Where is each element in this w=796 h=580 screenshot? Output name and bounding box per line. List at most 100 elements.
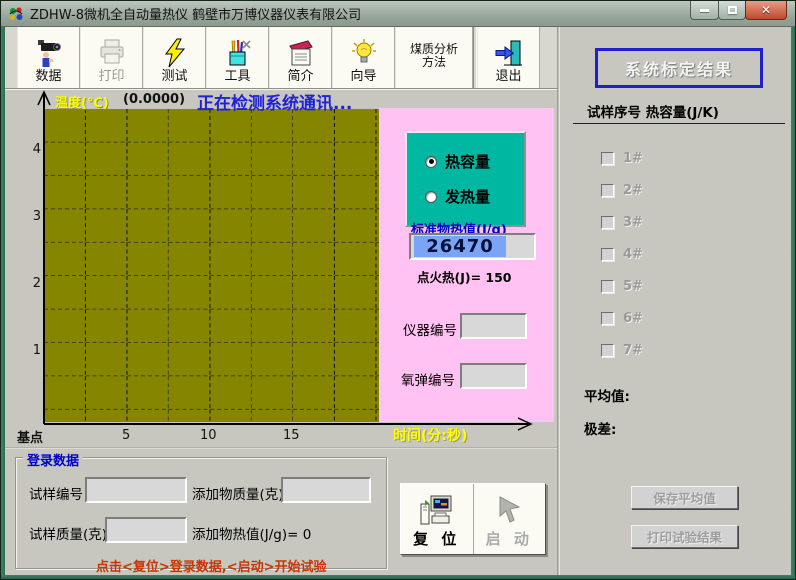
printer-icon — [97, 36, 127, 70]
sample-label: 6# — [623, 311, 643, 326]
sample-row-1: 1# — [601, 151, 643, 166]
sample-mass-label: 试样质量(克) — [29, 523, 107, 543]
y-axis-title: 温度(℃) — [55, 92, 109, 111]
results-column-headers: 试样序号 热容量(J/K) — [587, 101, 719, 121]
toolbar-button-intro[interactable]: 简介 — [269, 27, 332, 88]
checkbox-icon[interactable] — [601, 248, 614, 261]
computer-icon — [419, 494, 455, 528]
radio-label: 热容量 — [445, 151, 490, 172]
bomb-no-input[interactable] — [460, 363, 527, 389]
ignition-heat-label: 点火热(J)= 150 — [417, 267, 512, 286]
title-bar: ZDHW-8微机全自动量热仪 鹤壁市万博仪器仪表有限公司 — [1, 1, 796, 27]
current-temperature-value: (0.0000) — [123, 92, 185, 107]
average-label: 平均值: — [584, 385, 630, 405]
sample-row-4: 4# — [601, 247, 643, 262]
print-results-button[interactable]: 打印试验结果 — [631, 525, 738, 548]
y-tick: 1 — [23, 343, 41, 358]
temperature-plot — [44, 109, 379, 422]
panel-divider — [557, 27, 560, 576]
close-icon: ✕ — [761, 4, 771, 16]
sample-no-label: 试样编号 — [29, 483, 83, 503]
maximize-button[interactable] — [718, 1, 746, 20]
toolbar-label: 工具 — [224, 70, 250, 84]
sample-label: 7# — [623, 343, 643, 358]
app-icon — [8, 6, 24, 22]
checkbox-icon[interactable] — [601, 216, 614, 229]
start-button-label: 启 动 — [486, 528, 533, 549]
save-average-button[interactable]: 保存平均值 — [631, 486, 738, 509]
header-underline — [573, 123, 785, 124]
toolbar-label: 打印 — [98, 70, 124, 84]
checkbox-icon[interactable] — [601, 280, 614, 293]
window-border-bottom — [1, 575, 796, 580]
sample-label: 5# — [623, 279, 643, 294]
toolbar-label: 退出 — [495, 70, 521, 84]
toolbar-label: 向导 — [350, 70, 376, 84]
toolbar-button-data[interactable]: 数据 — [17, 27, 80, 88]
checkbox-icon[interactable] — [601, 152, 614, 165]
results-title: 系统标定结果 — [595, 48, 763, 88]
toolbar-button-tools[interactable]: 工具 — [206, 27, 269, 88]
toolbar: 数据 打印 测试 — [5, 27, 557, 89]
exit-door-icon — [494, 36, 524, 70]
sample-row-3: 3# — [601, 215, 643, 230]
window-title: ZDHW-8微机全自动量热仪 鹤壁市万博仪器仪表有限公司 — [30, 4, 361, 23]
toolbar-label: 测试 — [161, 70, 187, 84]
sample-row-7: 7# — [601, 343, 643, 358]
toolbar-button-print[interactable]: 打印 — [80, 27, 143, 88]
mode-select-box: 热容量 发热量 — [405, 131, 526, 227]
window-border-left — [1, 27, 5, 580]
radio-label: 发热量 — [445, 186, 490, 207]
toolbar-button-coal-analysis[interactable]: 煤质分析方法 — [395, 27, 473, 88]
x-axis-title: 时间(分:秒) — [393, 425, 467, 445]
sample-row-5: 5# — [601, 279, 643, 294]
login-data-groupbox — [15, 457, 387, 569]
instrument-no-input[interactable] — [460, 313, 527, 339]
x-tick: 5 — [122, 428, 130, 443]
bomb-no-label: 氧弹编号 — [401, 369, 455, 389]
sample-label: 1# — [623, 151, 643, 166]
radio-unselected-icon — [425, 191, 437, 203]
operation-hint: 点击<复位>登录数据,<启动>开始试验 — [96, 556, 327, 575]
y-tick: 3 — [23, 209, 41, 224]
sample-row-2: 2# — [601, 183, 643, 198]
toolbar-button-test[interactable]: 测试 — [143, 27, 206, 88]
reset-button[interactable]: 复 位 — [401, 484, 473, 554]
y-tick: 2 — [23, 276, 41, 291]
x-base-label: 基点 — [17, 427, 43, 446]
sample-label: 4# — [623, 247, 643, 262]
toolbar-label: 简介 — [287, 70, 313, 84]
standard-heat-input[interactable]: 26470 — [409, 233, 536, 260]
checkbox-icon[interactable] — [601, 344, 614, 357]
radio-calorific-value[interactable]: 发热量 — [425, 186, 524, 207]
action-button-group: 复 位 启 动 — [400, 483, 546, 555]
reset-button-label: 复 位 — [413, 528, 460, 549]
minimize-button[interactable] — [690, 1, 719, 20]
standard-heat-value: 26470 — [414, 236, 506, 257]
radio-selected-icon — [425, 156, 437, 168]
maximize-icon — [728, 6, 737, 14]
x-tick: 15 — [283, 428, 300, 443]
toolbar-label: 煤质分析方法 — [406, 43, 462, 68]
toolbar-button-exit[interactable]: 退出 — [477, 27, 540, 88]
additive-mass-label: 添加物质量(克) — [192, 483, 284, 503]
lightning-icon — [160, 36, 190, 70]
checkbox-icon[interactable] — [601, 312, 614, 325]
sample-no-input[interactable] — [85, 477, 187, 503]
close-button[interactable]: ✕ — [745, 1, 787, 20]
app-window: ZDHW-8微机全自动量热仪 鹤壁市万博仪器仪表有限公司 ✕ 数据 — [0, 0, 796, 580]
camera-icon — [34, 36, 64, 70]
start-button[interactable]: 启 动 — [473, 484, 546, 554]
toolbar-label: 数据 — [35, 70, 61, 84]
checkbox-icon[interactable] — [601, 184, 614, 197]
y-tick: 4 — [23, 142, 41, 157]
bulb-icon — [349, 36, 379, 70]
cursor-arrow-icon — [491, 494, 527, 528]
sample-mass-input[interactable] — [105, 517, 187, 543]
toolbar-button-wizard[interactable]: 向导 — [332, 27, 395, 88]
notebook-icon — [286, 36, 316, 70]
radio-heat-capacity[interactable]: 热容量 — [425, 151, 524, 172]
additive-mass-input[interactable] — [281, 477, 371, 503]
status-message: 正在检测系统通讯... — [197, 89, 352, 114]
instrument-no-label: 仪器编号 — [403, 319, 457, 339]
